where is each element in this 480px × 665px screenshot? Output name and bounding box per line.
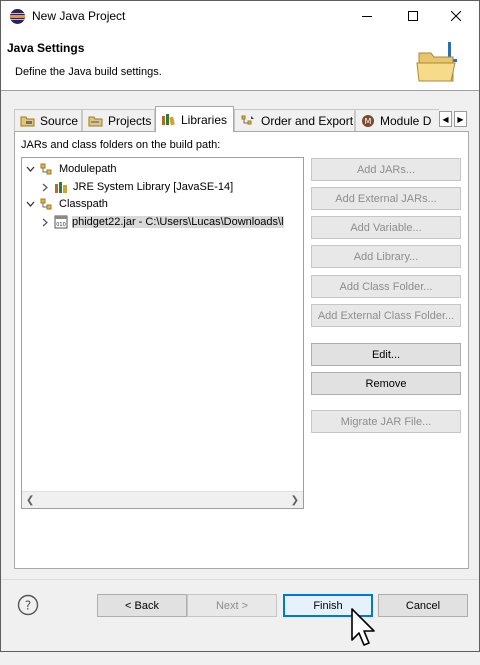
tab-source[interactable]: Source bbox=[14, 109, 82, 131]
build-path-tree[interactable]: Modulepath JRE System Library [JavaSE-14… bbox=[21, 157, 304, 509]
minimize-button[interactable] bbox=[344, 1, 390, 31]
tree-node-jre-system-library[interactable]: JRE System Library [JavaSE-14] bbox=[39, 178, 233, 196]
tab-module-dependencies[interactable]: M Module D bbox=[355, 109, 439, 131]
tab-scroll-right-button[interactable]: ▶ bbox=[454, 111, 467, 127]
next-button[interactable]: Next > bbox=[187, 594, 277, 617]
eclipse-icon bbox=[10, 9, 25, 24]
projects-icon bbox=[88, 114, 103, 127]
add-jars-button[interactable]: Add JARs... bbox=[311, 158, 461, 181]
svg-text:010: 010 bbox=[56, 222, 66, 228]
chevron-left-icon: ◀ bbox=[442, 114, 449, 124]
chevron-left-icon[interactable]: ❮ bbox=[26, 495, 34, 506]
library-icon bbox=[54, 181, 69, 194]
source-folder-icon bbox=[20, 114, 35, 127]
tab-libraries[interactable]: Libraries bbox=[155, 106, 234, 132]
libraries-panel: JARs and class folders on the build path… bbox=[14, 131, 469, 569]
build-path-label: JARs and class folders on the build path… bbox=[21, 139, 221, 151]
title-bar: New Java Project bbox=[1, 1, 479, 31]
window-title: New Java Project bbox=[32, 9, 126, 23]
tab-scroll-left-button[interactable]: ◀ bbox=[439, 111, 452, 127]
chevron-down-icon[interactable] bbox=[24, 166, 36, 172]
tree-node-classpath[interactable]: Classpath bbox=[24, 195, 108, 213]
help-icon[interactable]: ? bbox=[17, 594, 39, 616]
remove-button[interactable]: Remove bbox=[311, 372, 461, 395]
edit-button[interactable]: Edit... bbox=[311, 343, 461, 366]
chevron-down-icon[interactable] bbox=[24, 201, 36, 207]
svg-text:M: M bbox=[365, 117, 372, 126]
chevron-right-icon[interactable] bbox=[39, 183, 51, 192]
close-icon bbox=[451, 11, 461, 21]
close-button[interactable] bbox=[433, 1, 479, 31]
add-external-jars-button[interactable]: Add External JARs... bbox=[311, 187, 461, 210]
page-description: Define the Java build settings. bbox=[15, 66, 162, 78]
footer-divider bbox=[1, 579, 479, 580]
modulepath-icon bbox=[39, 162, 55, 176]
chevron-right-icon[interactable] bbox=[39, 218, 51, 227]
tree-node-modulepath[interactable]: Modulepath bbox=[24, 160, 117, 178]
new-java-project-window: New Java Project Java Settings Define th… bbox=[0, 0, 480, 652]
mouse-pointer-icon bbox=[351, 608, 375, 646]
migrate-jar-file-button[interactable]: Migrate JAR File... bbox=[311, 410, 461, 433]
add-variable-button[interactable]: Add Variable... bbox=[311, 216, 461, 239]
chevron-right-icon: ▶ bbox=[457, 114, 464, 124]
classpath-icon bbox=[39, 197, 55, 211]
svg-text:?: ? bbox=[25, 599, 31, 613]
cancel-button[interactable]: Cancel bbox=[378, 594, 468, 617]
wizard-header: Java Settings Define the Java build sett… bbox=[1, 31, 479, 91]
libraries-icon bbox=[161, 113, 176, 126]
tab-folder: Source Projects Libraries Order and Expo… bbox=[1, 91, 479, 571]
add-class-folder-button[interactable]: Add Class Folder... bbox=[311, 275, 461, 298]
order-export-icon bbox=[240, 114, 256, 127]
module-icon: M bbox=[361, 114, 375, 128]
tab-order-and-export[interactable]: Order and Export bbox=[234, 109, 355, 131]
java-folder-wizard-icon bbox=[416, 42, 457, 82]
page-title: Java Settings bbox=[7, 41, 85, 55]
jar-icon: 010 bbox=[54, 215, 68, 229]
tree-horizontal-scrollbar[interactable]: ❮ ❯ bbox=[22, 491, 303, 508]
tree-node-phidget22-jar[interactable]: 010 phidget22.jar - C:\Users\Lucas\Downl… bbox=[39, 213, 284, 231]
add-library-button[interactable]: Add Library... bbox=[311, 245, 461, 268]
add-external-class-folder-button[interactable]: Add External Class Folder... bbox=[311, 304, 461, 327]
tab-projects[interactable]: Projects bbox=[82, 109, 155, 131]
back-button[interactable]: < Back bbox=[97, 594, 187, 617]
chevron-right-icon[interactable]: ❯ bbox=[291, 495, 299, 506]
maximize-button[interactable] bbox=[390, 1, 436, 31]
